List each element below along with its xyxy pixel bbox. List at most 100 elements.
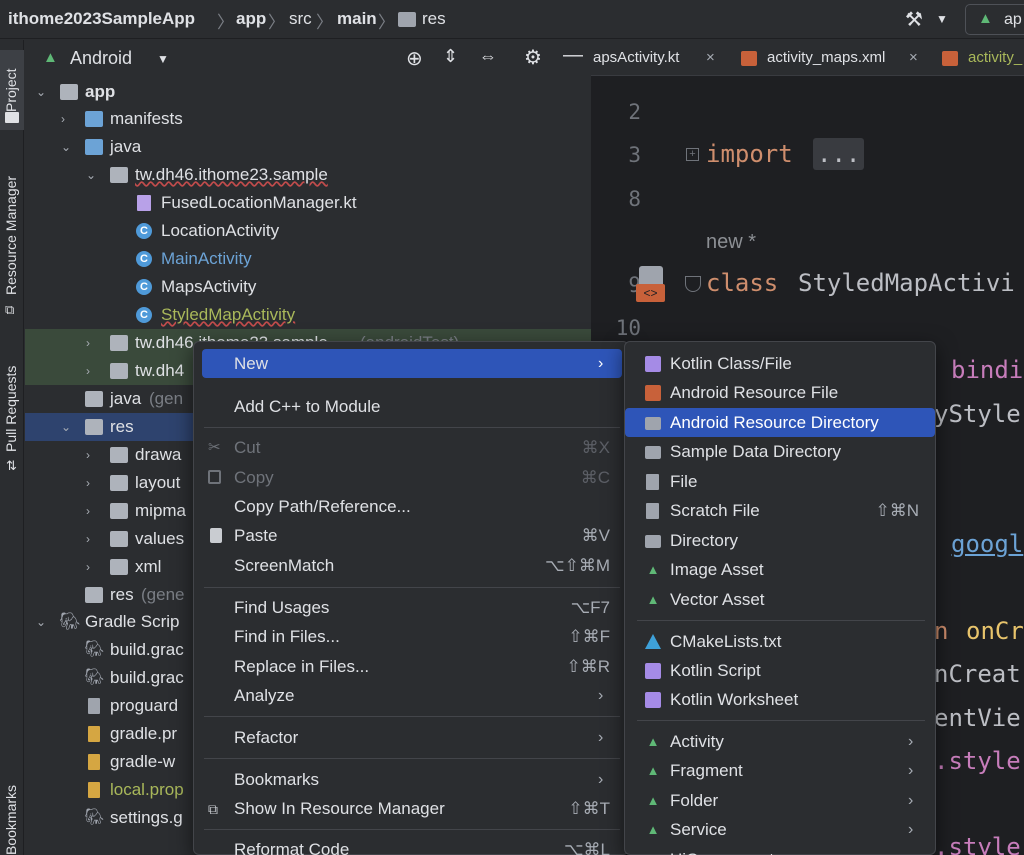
chevron-down-icon[interactable]: ⌄: [36, 608, 50, 636]
collapse-all-icon[interactable]: ⇔: [479, 46, 497, 67]
menu-item-refactor[interactable]: Refactor ›: [202, 723, 622, 752]
code-link[interactable]: googl: [951, 530, 1023, 558]
menu-item-bookmarks[interactable]: Bookmarks ›: [202, 765, 622, 794]
menu-item-find-usages[interactable]: Find Usages ⌥F7: [202, 593, 622, 622]
chevron-right-icon[interactable]: ›: [86, 469, 100, 497]
tree-item-manifests[interactable]: › manifests: [25, 105, 591, 133]
tab-maps-activity[interactable]: apsActivity.kt: [593, 49, 679, 66]
menu-item-service[interactable]: ▲ Service ›: [625, 815, 935, 844]
tab-pull-requests[interactable]: Pull Requests: [0, 352, 24, 462]
android-icon: ▲: [646, 822, 660, 837]
tab-resource-manager[interactable]: Resource Manager: [0, 155, 24, 295]
kotlin-class-icon: C: [136, 279, 152, 295]
chevron-down-icon[interactable]: ⌄: [61, 413, 75, 441]
menu-item-cmakelists[interactable]: CMakeLists.txt: [625, 627, 935, 656]
menu-item-file[interactable]: File: [625, 467, 935, 496]
breadcrumb-res[interactable]: res: [422, 9, 446, 29]
chevron-right-icon[interactable]: ›: [86, 497, 100, 525]
kotlin-class-icon: C: [136, 307, 152, 323]
tree-item-main-activity[interactable]: C MainActivity: [25, 245, 591, 273]
menu-item-activity[interactable]: ▲ Activity ›: [625, 727, 935, 756]
menu-separator: [204, 427, 620, 428]
chevron-down-icon[interactable]: ⌄: [36, 78, 50, 106]
run-configuration-label: ap: [1004, 11, 1022, 28]
gear-icon[interactable]: ⚙: [524, 45, 542, 70]
folder-icon: [110, 503, 128, 519]
chevron-right-icon[interactable]: ›: [86, 357, 100, 385]
menu-item-new[interactable]: New ›: [202, 349, 622, 378]
tab-activity-third[interactable]: activity_: [968, 49, 1022, 66]
menu-item-add-cpp[interactable]: Add C++ to Module: [202, 392, 622, 421]
run-configuration-selector[interactable]: ▲ ap: [965, 4, 1024, 35]
chevron-right-icon[interactable]: ›: [86, 553, 100, 581]
folder-icon: [85, 111, 103, 127]
editor-tab-bar: apsActivity.kt × activity_maps.xml × act…: [591, 40, 1024, 76]
chevron-down-icon[interactable]: ⌄: [86, 161, 100, 189]
chevron-right-icon[interactable]: ›: [86, 441, 100, 469]
chevron-down-icon[interactable]: ▼: [157, 52, 169, 66]
tab-activity-maps-xml[interactable]: activity_maps.xml: [767, 49, 885, 66]
fold-expand-icon[interactable]: +: [686, 148, 699, 161]
menu-item-android-resource-file[interactable]: Android Resource File: [625, 378, 935, 407]
chevron-down-icon[interactable]: ⌄: [61, 133, 75, 161]
menu-item-kotlin-class-file[interactable]: Kotlin Class/File: [625, 349, 935, 378]
breadcrumb-src[interactable]: src: [289, 9, 312, 29]
tree-item-styled-map-activity[interactable]: C StyledMapActivity: [25, 301, 591, 329]
fold-collapse-icon[interactable]: [685, 276, 701, 292]
tree-item-app[interactable]: ⌄ app: [25, 78, 591, 106]
menu-item-sample-data-directory[interactable]: Sample Data Directory: [625, 437, 935, 466]
breadcrumb-main[interactable]: main: [337, 9, 377, 29]
menu-item-scratch-file[interactable]: Scratch File ⇧⌘N: [625, 496, 935, 525]
chevron-right-icon[interactable]: ›: [86, 329, 100, 357]
menu-item-kotlin-script[interactable]: Kotlin Script: [625, 656, 935, 685]
menu-item-copy[interactable]: Copy ⌘C: [202, 463, 622, 492]
tree-item-java[interactable]: ⌄ java: [25, 133, 591, 161]
kotlin-class-icon: C: [136, 223, 152, 239]
build-hammer-icon[interactable]: ⚒: [905, 7, 923, 32]
menu-item-replace-in-files[interactable]: Replace in Files... ⇧⌘R: [202, 652, 622, 681]
menu-item-directory[interactable]: Directory: [625, 526, 935, 555]
tree-item-location-activity[interactable]: C LocationActivity: [25, 217, 591, 245]
breadcrumb-module[interactable]: app: [236, 9, 266, 29]
project-view-selector[interactable]: Android: [70, 48, 132, 69]
chevron-right-icon[interactable]: ›: [86, 525, 100, 553]
menu-item-analyze[interactable]: Analyze ›: [202, 681, 622, 710]
menu-item-fragment[interactable]: ▲ Fragment ›: [625, 756, 935, 785]
menu-item-vector-asset[interactable]: ▲ Vector Asset: [625, 585, 935, 614]
menu-item-folder[interactable]: ▲ Folder ›: [625, 786, 935, 815]
tree-label-suffix: (gen: [149, 389, 184, 408]
close-icon[interactable]: ×: [706, 49, 715, 66]
menu-item-show-in-resource-manager[interactable]: ⧉ Show In Resource Manager ⇧⌘T: [202, 794, 622, 823]
folded-imports[interactable]: ...: [813, 138, 865, 170]
tree-label: MainActivity: [161, 249, 252, 268]
menu-item-uicomponent[interactable]: ▲ UiComponent: [625, 845, 935, 855]
tree-item-fused-location-manager[interactable]: FusedLocationManager.kt: [25, 189, 591, 217]
folder-icon: [110, 475, 128, 491]
close-icon[interactable]: ×: [909, 49, 918, 66]
breadcrumb-separator: 〉: [378, 13, 395, 32]
locate-icon[interactable]: ⊕: [406, 46, 423, 71]
hide-panel-icon[interactable]: —: [563, 44, 583, 67]
menu-item-reformat-code[interactable]: Reformat Code ⌥⌘L: [202, 835, 622, 855]
tree-item-maps-activity[interactable]: C MapsActivity: [25, 273, 591, 301]
folder-icon: [110, 531, 128, 547]
breadcrumb-project[interactable]: ithome2023SampleApp: [8, 9, 195, 29]
chevron-down-icon[interactable]: ▼: [936, 12, 948, 26]
menu-item-cut[interactable]: ✂ Cut ⌘X: [202, 433, 622, 462]
expand-all-icon[interactable]: ⇕: [443, 46, 458, 67]
tab-bookmarks[interactable]: Bookmarks: [0, 785, 24, 855]
tree-item-package-main[interactable]: ⌄ tw.dh46.ithome23.sample: [25, 161, 591, 189]
menu-item-kotlin-worksheet[interactable]: Kotlin Worksheet: [625, 685, 935, 714]
tab-project[interactable]: Project: [0, 50, 24, 120]
menu-item-find-in-files[interactable]: Find in Files... ⇧⌘F: [202, 622, 622, 651]
code-fragment: bindi: [951, 356, 1024, 384]
chevron-right-icon[interactable]: ›: [61, 105, 75, 133]
xml-layout-icon[interactable]: <>: [636, 284, 665, 302]
menu-item-android-resource-directory[interactable]: Android Resource Directory: [625, 408, 935, 437]
code-fragment: .style: [934, 833, 1021, 855]
context-menu: New › Add C++ to Module ✂ Cut ⌘X Copy ⌘C…: [193, 341, 629, 855]
menu-item-paste[interactable]: Paste ⌘V: [202, 521, 622, 550]
menu-item-screenmatch[interactable]: ScreenMatch ⌥⇧⌘M: [202, 551, 622, 580]
menu-item-copy-path[interactable]: Copy Path/Reference...: [202, 492, 622, 521]
menu-item-image-asset[interactable]: ▲ Image Asset: [625, 555, 935, 584]
